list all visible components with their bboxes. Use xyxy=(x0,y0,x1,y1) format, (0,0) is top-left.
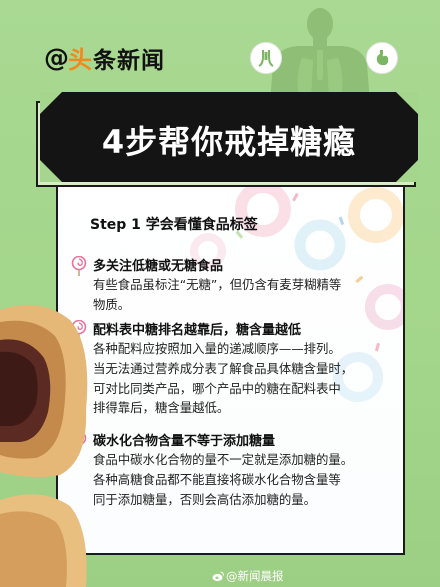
tip-line: 排得靠后，糖含量越低。 xyxy=(93,400,230,416)
tip-heading: 碳水化合物含量不等于添加糖量 xyxy=(93,434,276,449)
tip-body: 有些食品虽标注“无糖”，但仍含有麦芽糊精等 物质。 xyxy=(93,275,395,315)
brand-logo: @ 头 条新闻 xyxy=(44,40,165,75)
tip-heading: 配料表中糖排名越靠后，糖含量越低 xyxy=(93,323,302,338)
weibo-logo-icon xyxy=(212,571,224,581)
corner-decoration xyxy=(396,92,418,114)
tip-line: 食品中碳水化合物的量不一定就是添加糖的量。 xyxy=(93,452,354,467)
page-title: 4步帮你戒掉糖瘾 xyxy=(101,123,357,161)
tip-body: 各种配料应按照加入量的递减顺序——排列。 当无法通过营养成分表了解食品具体糖含量… xyxy=(93,339,395,418)
step-title: Step 1 学会看懂食品标签 xyxy=(90,217,258,233)
watermark: @新闻晨报 xyxy=(212,568,284,584)
tip-line: 各种高糖食品都不能直接将碳水化合物含量等 xyxy=(93,471,341,487)
mooncake-image xyxy=(0,304,88,587)
title-banner: 4步帮你戒掉糖瘾 xyxy=(40,92,418,182)
corner-decoration xyxy=(396,160,418,182)
brand-name: 条新闻 xyxy=(93,47,165,74)
tip-line: 可对比同类产品，哪个产品中的糖在配料表中 xyxy=(93,380,341,396)
throat-icon xyxy=(250,42,282,74)
corner-decoration xyxy=(40,92,62,114)
stomach-icon xyxy=(366,42,398,74)
tip-body: 食品中碳水化合物的量不一定就是添加糖的量。 各种高糖食品都不能直接将碳水化合物含… xyxy=(93,450,395,509)
brand-at-sign: @ xyxy=(44,43,69,72)
tip-line: 有些食品虽标注“无糖”，但仍含有麦芽糊精等 xyxy=(93,277,342,292)
corner-decoration xyxy=(40,160,62,182)
tip-line: 当无法通过营养成分表了解食品具体糖含量时， xyxy=(93,360,354,376)
content-card: Step 1 学会看懂食品标签 多关注低糖或无糖食品 有些食品虽标注“无糖”，但… xyxy=(56,185,405,555)
watermark-text: @新闻晨报 xyxy=(226,569,284,583)
tip-line: 各种配料应按照加入量的递减顺序——排列。 xyxy=(93,341,341,356)
tip-line: 同于添加糖量，否则会高估添加糖的量。 xyxy=(93,491,317,507)
tip-heading: 多关注低糖或无糖食品 xyxy=(93,259,224,274)
brand-mark: 头 xyxy=(68,46,92,74)
lollipop-icon xyxy=(71,256,87,276)
tip-line: 物质。 xyxy=(93,296,131,312)
